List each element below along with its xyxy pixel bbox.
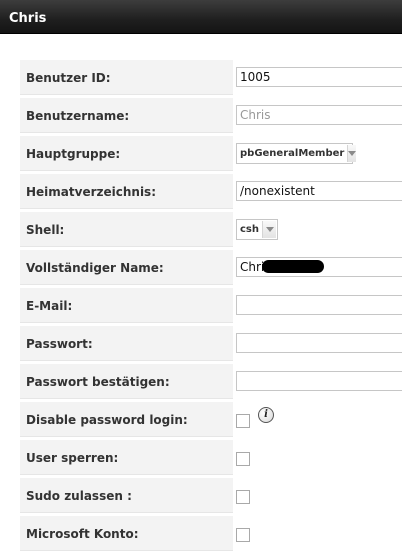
row-password: Passwort:	[20, 325, 402, 363]
password-confirm-input[interactable]	[236, 371, 402, 391]
user-id-input[interactable]	[236, 67, 402, 87]
row-sudo: Sudo zulassen :	[20, 477, 402, 515]
row-disable-password-login: Disable password login: i	[20, 401, 402, 439]
chevron-down-icon[interactable]	[262, 221, 276, 238]
username-label: Benutzername:	[20, 98, 233, 133]
row-password-confirm: Passwort bestätigen:	[20, 363, 402, 401]
row-username: Benutzername:	[20, 97, 402, 135]
password-label: Passwort:	[20, 326, 233, 361]
window-title: Chris	[9, 11, 47, 26]
shell-value: csh	[240, 224, 259, 235]
row-lock-user: User sperren:	[20, 439, 402, 477]
row-home-dir: Heimatverzeichnis:	[20, 173, 402, 211]
chevron-down-icon[interactable]	[347, 145, 357, 162]
email-input[interactable]	[236, 295, 402, 315]
title-bar: Chris	[0, 0, 402, 34]
user-id-label: Benutzer ID:	[20, 60, 233, 95]
lock-user-label: User sperren:	[20, 440, 233, 475]
primary-group-select[interactable]: pbGeneralMember	[236, 143, 357, 164]
row-microsoft-account: Microsoft Konto:	[20, 515, 402, 553]
disable-password-login-checkbox[interactable]	[236, 414, 250, 428]
full-name-label: Vollständiger Name:	[20, 250, 233, 285]
disable-password-login-label: Disable password login:	[20, 402, 233, 437]
row-primary-group: Hauptgruppe: pbGeneralMember	[20, 135, 402, 173]
sudo-checkbox[interactable]	[236, 490, 250, 504]
shell-select[interactable]: csh	[236, 219, 278, 240]
row-user-id: Benutzer ID:	[20, 59, 402, 97]
lock-user-checkbox[interactable]	[236, 452, 250, 466]
home-dir-label: Heimatverzeichnis:	[20, 174, 233, 209]
shell-label: Shell:	[20, 212, 233, 247]
sudo-label: Sudo zulassen :	[20, 478, 233, 513]
row-shell: Shell: csh	[20, 211, 402, 249]
microsoft-account-label: Microsoft Konto:	[20, 516, 233, 551]
username-input[interactable]	[236, 105, 402, 125]
redaction-mark	[262, 260, 324, 273]
password-confirm-label: Passwort bestätigen:	[20, 364, 233, 399]
password-input[interactable]	[236, 333, 402, 353]
user-edit-form: Benutzer ID: Benutzername: Hauptgruppe: …	[20, 59, 402, 553]
primary-group-label: Hauptgruppe:	[20, 136, 233, 171]
row-full-name: Vollständiger Name:	[20, 249, 402, 287]
primary-group-value: pbGeneralMember	[240, 148, 345, 159]
email-label: E-Mail:	[20, 288, 233, 323]
home-dir-input[interactable]	[236, 181, 402, 201]
microsoft-account-checkbox[interactable]	[236, 528, 250, 542]
info-icon[interactable]: i	[258, 407, 274, 423]
row-email: E-Mail:	[20, 287, 402, 325]
